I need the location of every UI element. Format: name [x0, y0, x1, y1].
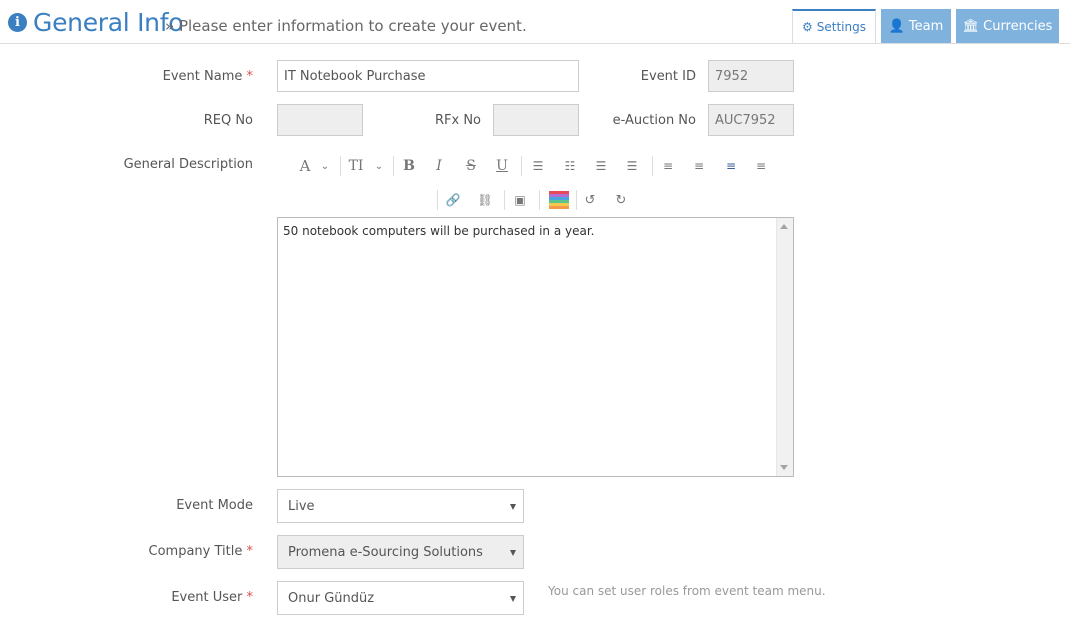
tab-currencies[interactable]: 🏛 Currencies [956, 9, 1059, 43]
event-user-value: Onur Gündüz [288, 590, 375, 606]
rfx-no-label: RFx No [434, 113, 481, 128]
company-title-label: Company Title * [148, 544, 253, 559]
company-title-select[interactable]: Promena e-Sourcing Solutions [277, 535, 524, 569]
page-header: i General Info » Please enter informatio… [0, 0, 1070, 44]
justify-icon[interactable]: ≡ [752, 156, 770, 176]
unlink-icon[interactable]: ⛓ [476, 190, 494, 210]
event-mode-value: Live [288, 498, 315, 514]
toolbar-separator [393, 156, 394, 176]
general-description-editor[interactable]: 50 notebook computers will be purchased … [277, 217, 794, 477]
toolbar-separator [340, 156, 341, 176]
event-user-hint: You can set user roles from event team m… [548, 584, 826, 598]
ordered-list-icon[interactable]: ☷ [561, 156, 579, 176]
req-no-input[interactable] [277, 104, 363, 136]
tab-team-label: Team [908, 18, 944, 34]
gear-icon: ⚙ [802, 20, 813, 34]
toolbar-separator [504, 190, 505, 210]
event-user-label: Event User * [171, 590, 253, 605]
italic-icon[interactable]: I [430, 156, 448, 176]
event-id-label: Event ID [640, 69, 696, 84]
event-name-input[interactable]: IT Notebook Purchase [277, 60, 579, 92]
font-size-icon[interactable]: TI [346, 156, 366, 176]
toolbar-separator [437, 190, 438, 210]
bold-icon[interactable]: B [400, 156, 418, 176]
general-description-label: General Description [123, 157, 253, 172]
toolbar-separator [652, 156, 653, 176]
bank-icon: 🏛 [962, 18, 980, 34]
general-description-text[interactable]: 50 notebook computers will be purchased … [283, 224, 595, 238]
underline-icon[interactable]: U [493, 156, 511, 176]
eauction-no-input[interactable]: AUC7952 [708, 104, 794, 136]
caret-down-icon [510, 596, 516, 602]
color-palette-icon[interactable] [548, 190, 570, 210]
caret-down-icon [510, 550, 516, 556]
event-mode-label: Event Mode [176, 498, 253, 513]
event-user-select[interactable]: Onur Gündüz [277, 581, 524, 615]
image-icon[interactable]: ▣ [511, 190, 529, 210]
rfx-no-input[interactable] [493, 104, 579, 136]
font-icon[interactable]: A [296, 156, 314, 176]
toolbar-separator [521, 156, 522, 176]
outdent-icon[interactable]: ☰ [592, 156, 610, 176]
user-icon: 👤 [888, 18, 905, 34]
event-id-input[interactable]: 7952 [708, 60, 794, 92]
unordered-list-icon[interactable]: ☰ [529, 156, 547, 176]
toolbar-separator [576, 190, 577, 210]
page-subtitle: » Please enter information to create you… [165, 17, 527, 35]
event-name-label: Event Name * [162, 69, 253, 84]
redo-icon[interactable]: ↻ [612, 190, 630, 210]
strikethrough-icon[interactable]: S [462, 156, 480, 176]
undo-icon[interactable]: ↺ [581, 190, 599, 210]
tab-currencies-label: Currencies [983, 18, 1053, 34]
align-center-icon[interactable]: ≡ [690, 156, 708, 176]
scroll-down-icon[interactable] [780, 465, 788, 470]
header-divider [0, 43, 1070, 44]
toolbar-separator [539, 190, 540, 210]
company-title-value: Promena e-Sourcing Solutions [288, 544, 483, 560]
event-mode-select[interactable]: Live [277, 489, 524, 523]
editor-scrollbar[interactable] [776, 218, 793, 476]
page-title: General Info [33, 8, 184, 37]
tab-team[interactable]: 👤 Team [881, 9, 951, 43]
tab-settings[interactable]: ⚙ Settings [792, 9, 876, 44]
caret-down-icon [510, 504, 516, 510]
chevron-down-icon[interactable]: ⌄ [372, 158, 386, 174]
req-no-label: REQ No [203, 113, 253, 128]
align-left-icon[interactable]: ≡ [659, 156, 677, 176]
scroll-up-icon[interactable] [780, 224, 788, 229]
eauction-no-label: e-Auction No [612, 113, 696, 128]
align-right-icon[interactable]: ≡ [722, 156, 740, 176]
info-circle-icon: i [8, 13, 27, 32]
chevron-down-icon[interactable]: ⌄ [318, 158, 332, 174]
color-palette-swatch [549, 191, 569, 209]
tab-settings-label: Settings [816, 20, 866, 34]
indent-icon[interactable]: ☰ [623, 156, 641, 176]
link-icon[interactable]: 🔗 [444, 190, 462, 210]
